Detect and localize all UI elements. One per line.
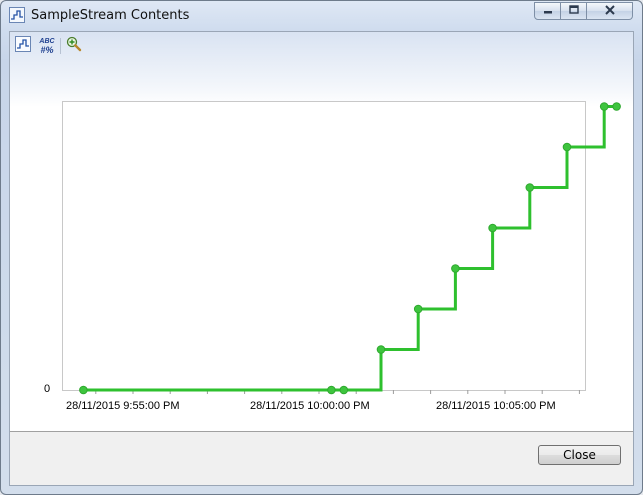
client-area: ABC #% 0 28/11/2015 9:55:00 PM 28/11/201… (9, 31, 634, 486)
format-button[interactable]: ABC #% (38, 37, 56, 55)
window-close-button[interactable] (587, 2, 633, 20)
step-chart-button[interactable] (14, 35, 32, 57)
chart-panel: ABC #% 0 28/11/2015 9:55:00 PM 28/11/201… (10, 32, 633, 432)
data-point[interactable] (376, 345, 386, 354)
plot-area[interactable] (62, 101, 621, 395)
data-point[interactable] (488, 223, 497, 233)
format-icon-text-bottom: #% (40, 44, 54, 55)
step-chart-icon (15, 35, 31, 57)
data-point[interactable] (562, 142, 572, 152)
minimize-icon (543, 2, 553, 20)
format-icon-text-top: ABC (39, 37, 55, 45)
x-tick-label: 28/11/2015 10:05:00 PM (436, 400, 556, 412)
data-point[interactable] (451, 264, 460, 273)
step-chart (79, 102, 621, 395)
x-tick-label: 28/11/2015 10:00:00 PM (250, 400, 370, 412)
maximize-icon (568, 2, 579, 20)
minimize-button[interactable] (534, 2, 561, 20)
data-point[interactable] (413, 304, 423, 314)
x-tick-label: 28/11/2015 9:55:00 PM (66, 400, 180, 412)
maximize-button[interactable] (561, 2, 587, 20)
abc-format-icon: ABC #% (39, 38, 54, 55)
data-point[interactable] (612, 102, 621, 111)
window-title: SampleStream Contents (31, 8, 190, 23)
series-line (83, 105, 617, 392)
y-tick-label: 0 (44, 383, 51, 395)
app-window: SampleStream Contents ABC #% 0 28/11/201… (0, 0, 643, 495)
data-point[interactable] (339, 385, 349, 395)
chart-app-icon (9, 7, 25, 23)
zoom-button[interactable] (65, 36, 83, 57)
data-point[interactable] (79, 385, 88, 395)
toolbar-separator (60, 38, 61, 54)
data-point[interactable] (525, 183, 535, 192)
title-bar[interactable]: SampleStream Contents (1, 1, 642, 31)
data-point[interactable] (599, 102, 609, 111)
zoom-in-icon (66, 36, 82, 57)
close-button[interactable]: Close (538, 445, 621, 465)
data-point[interactable] (327, 385, 336, 395)
close-icon (604, 2, 616, 20)
